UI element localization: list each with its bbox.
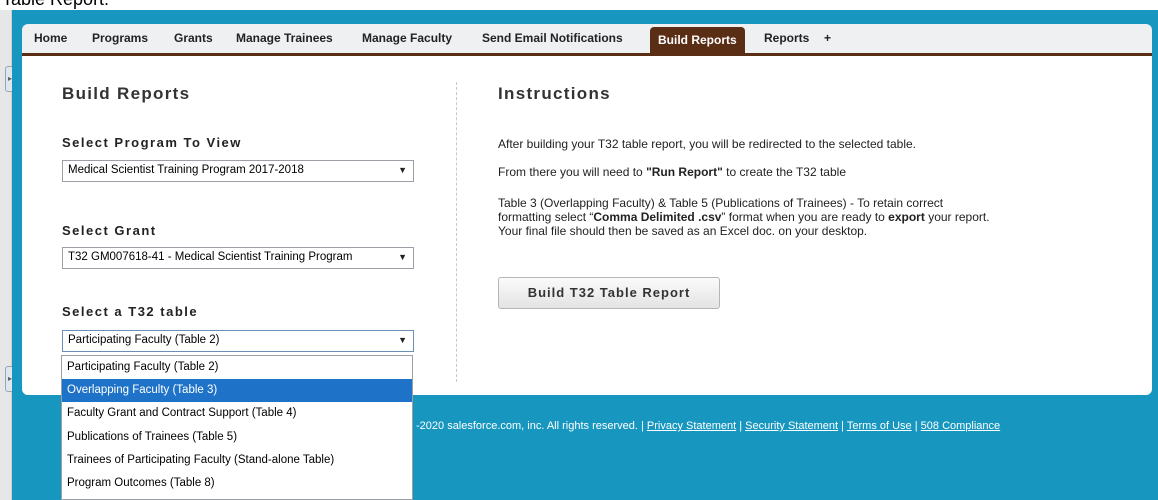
nav-item-manage-faculty[interactable]: Manage Faculty bbox=[362, 31, 452, 45]
footer-copyright: -2020 salesforce.com, inc. All rights re… bbox=[416, 420, 647, 432]
nav-item-grants[interactable]: Grants bbox=[174, 31, 213, 45]
chevron-down-icon: ▼ bbox=[398, 335, 407, 345]
instruction-paragraph-1: After building your T32 table report, yo… bbox=[498, 137, 917, 151]
table-select-value: Participating Faculty (Table 2) bbox=[68, 334, 220, 346]
main-panel: Build Reports Select Program To View Med… bbox=[22, 56, 1152, 395]
program-select[interactable]: Medical Scientist Training Program 2017-… bbox=[62, 160, 414, 182]
nav-item-send-email[interactable]: Send Email Notifications bbox=[482, 31, 623, 45]
nav-item-reports[interactable]: Reports bbox=[764, 31, 809, 45]
chevron-down-icon: ▼ bbox=[398, 252, 407, 262]
top-strip: Table Report: bbox=[0, 0, 1158, 10]
instruction-paragraph-2: From there you will need to "Run Report"… bbox=[498, 165, 846, 179]
build-t32-report-button[interactable]: Build T32 Table Report bbox=[498, 277, 720, 309]
grant-label: Select Grant bbox=[62, 223, 157, 238]
panel-divider bbox=[456, 82, 457, 382]
footer: -2020 salesforce.com, inc. All rights re… bbox=[416, 420, 1001, 432]
security-statement-link[interactable]: Security Statement bbox=[745, 420, 838, 432]
terms-of-use-link[interactable]: Terms of Use bbox=[847, 420, 912, 432]
dropdown-option[interactable]: Publications of Trainees (Table 5) bbox=[62, 426, 412, 449]
nav-item-manage-trainees[interactable]: Manage Trainees bbox=[236, 31, 333, 45]
dropdown-option[interactable]: Trainees of Participating Faculty (Stand… bbox=[62, 449, 412, 472]
nav-item-add[interactable]: + bbox=[824, 31, 831, 45]
nav-item-home[interactable]: Home bbox=[34, 31, 67, 45]
table-label: Select a T32 table bbox=[62, 304, 199, 319]
dropdown-option[interactable]: Participating Faculty (Table 2) bbox=[62, 356, 412, 379]
program-label: Select Program To View bbox=[62, 135, 242, 150]
chevron-down-icon: ▼ bbox=[398, 165, 407, 175]
header-caption: Table Report: bbox=[2, 0, 109, 10]
table-dropdown-list: Participating Faculty (Table 2) Overlapp… bbox=[61, 355, 413, 500]
privacy-statement-link[interactable]: Privacy Statement bbox=[647, 420, 736, 432]
top-nav: Home Programs Grants Manage Trainees Man… bbox=[22, 24, 1152, 56]
nav-item-build-reports[interactable]: Build Reports bbox=[650, 27, 745, 53]
508-compliance-link[interactable]: 508 Compliance bbox=[921, 420, 1001, 432]
dropdown-option-highlighted[interactable]: Overlapping Faculty (Table 3) bbox=[62, 379, 412, 403]
dropdown-option[interactable]: Faculty Grant and Contract Support (Tabl… bbox=[62, 402, 412, 425]
grant-select[interactable]: T32 GM007618-41 - Medical Scientist Trai… bbox=[62, 247, 414, 269]
dropdown-option[interactable]: Program Outcomes (Table 8) bbox=[62, 472, 412, 495]
table-select[interactable]: Participating Faculty (Table 2) ▼ bbox=[62, 330, 414, 352]
instructions-title: Instructions bbox=[498, 84, 611, 103]
program-select-value: Medical Scientist Training Program 2017-… bbox=[68, 164, 304, 176]
grant-select-value: T32 GM007618-41 - Medical Scientist Trai… bbox=[68, 251, 353, 263]
nav-item-programs[interactable]: Programs bbox=[92, 31, 148, 45]
page-title: Build Reports bbox=[62, 84, 191, 103]
instruction-paragraph-3: Table 3 (Overlapping Faculty) & Table 5 … bbox=[498, 196, 990, 238]
